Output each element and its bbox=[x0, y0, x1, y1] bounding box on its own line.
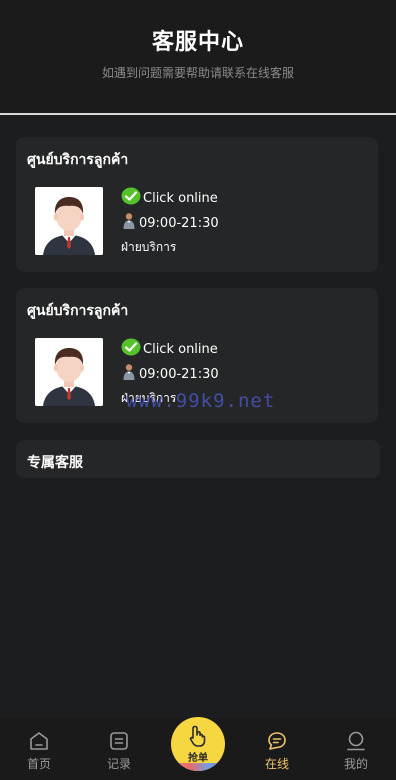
tab-online-label: 在线 bbox=[264, 757, 289, 771]
page-header: 客服中心 如遇到问题需要帮助请联系在线客服 bbox=[0, 0, 396, 115]
service-card-title: ศูนย์บริการลูกค้า bbox=[27, 303, 129, 319]
tab-mine-label: 我的 bbox=[343, 757, 368, 771]
tab-records-label: 记录 bbox=[106, 757, 131, 771]
agent-avatar bbox=[35, 187, 103, 255]
tap-hand-icon bbox=[189, 725, 206, 747]
tab-home[interactable]: 首页 bbox=[9, 730, 69, 772]
person-icon bbox=[121, 363, 137, 385]
records-icon bbox=[110, 732, 128, 750]
service-hours: 09:00-21:30 bbox=[121, 212, 219, 234]
person-icon bbox=[121, 212, 137, 234]
watermark: www.99k9.net bbox=[126, 390, 276, 412]
page-title: 客服中心 bbox=[151, 30, 244, 55]
tab-records[interactable]: 记录 bbox=[89, 730, 149, 772]
service-status[interactable]: Click online bbox=[121, 187, 218, 209]
exclusive-service-title: 专属客服 bbox=[27, 455, 83, 471]
check-badge-icon bbox=[121, 338, 141, 360]
service-card[interactable]: ศูนย์บริการลูกค้า Click online 09:00-21:… bbox=[16, 137, 378, 272]
service-department: ฝ่ายบริการ bbox=[121, 240, 177, 254]
service-status-label: Click online bbox=[143, 341, 218, 357]
tab-mine[interactable]: 我的 bbox=[326, 730, 386, 772]
agent-avatar bbox=[35, 338, 103, 406]
home-icon bbox=[30, 732, 48, 750]
chat-bubble-icon bbox=[268, 732, 286, 750]
service-hours-label: 09:00-21:30 bbox=[139, 215, 219, 231]
tab-home-label: 首页 bbox=[26, 757, 51, 771]
service-card-title: ศูนย์บริการลูกค้า bbox=[27, 152, 129, 168]
service-hours-label: 09:00-21:30 bbox=[139, 366, 219, 382]
check-badge-icon bbox=[121, 187, 141, 209]
user-icon bbox=[347, 731, 365, 751]
grab-button-stripe bbox=[171, 763, 225, 771]
grab-order-button[interactable]: 抢单 bbox=[171, 717, 225, 771]
customer-service-page: 客服中心 如遇到问题需要帮助请联系在线客服 ศูนย์บริการลูกค้า bbox=[0, 0, 396, 780]
agent-avatar-icon bbox=[35, 187, 103, 255]
grab-order-label: 抢单 bbox=[188, 753, 208, 764]
exclusive-service-card[interactable]: 专属客服 bbox=[16, 440, 380, 478]
service-hours: 09:00-21:30 bbox=[121, 363, 219, 385]
agent-avatar-icon bbox=[35, 338, 103, 406]
page-subtitle: 如遇到问题需要帮助请联系在线客服 bbox=[101, 66, 294, 80]
service-status[interactable]: Click online bbox=[121, 338, 218, 360]
tab-online[interactable]: 在线 bbox=[247, 730, 307, 772]
service-status-label: Click online bbox=[143, 190, 218, 206]
